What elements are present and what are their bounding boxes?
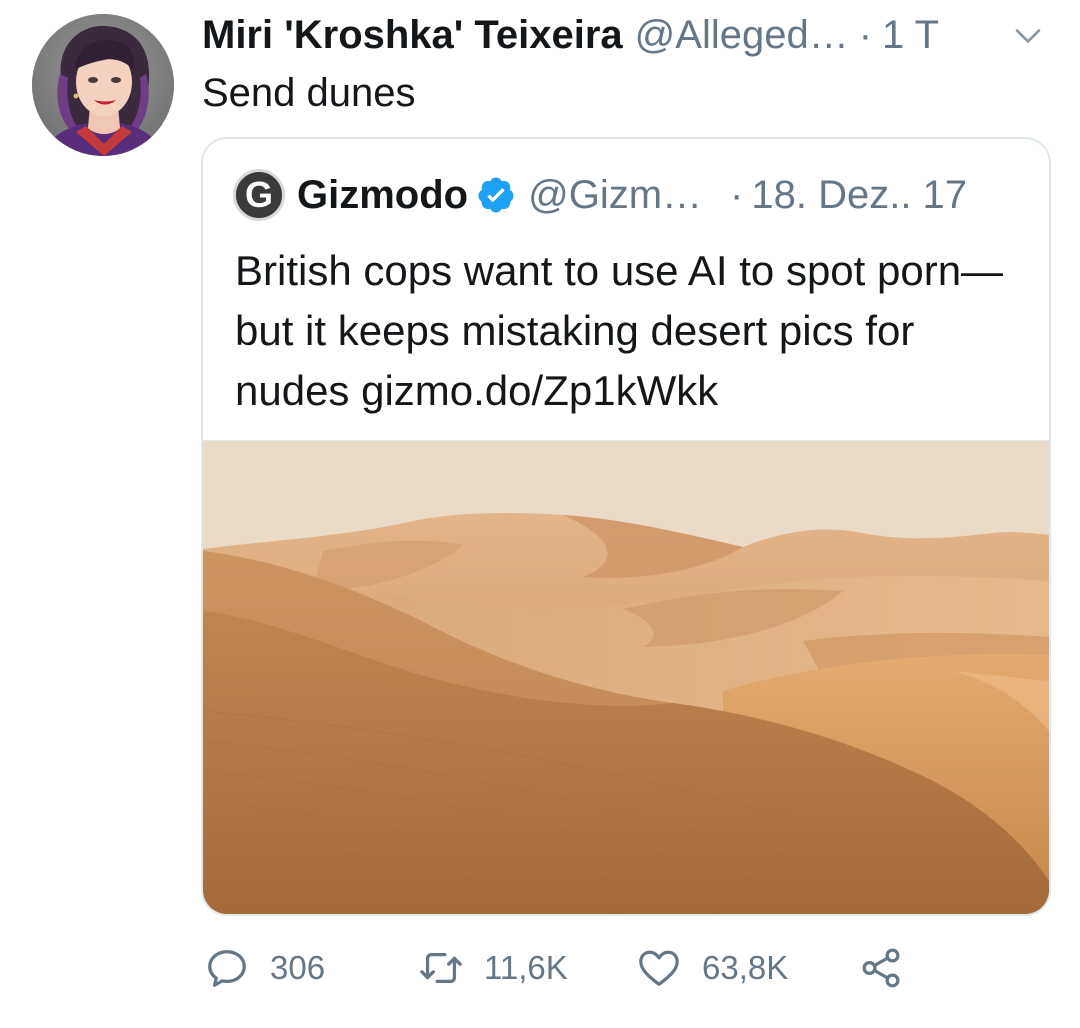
share-button[interactable] [858,944,904,992]
user-avatar[interactable] [32,14,174,156]
heart-icon [639,950,679,986]
quoted-tweet-header: G Gizmodo @Gizm… · 18. Dez.. 17 [233,167,1033,223]
retweet-button[interactable]: 11,6K [418,944,568,992]
quoted-tweet-date: 18. Dez.. 17 [751,172,968,217]
separator-dot: · [730,172,744,217]
author-handle[interactable]: @Alleged… [635,10,849,60]
retweet-icon [420,952,462,984]
verified-badge-icon [478,177,514,213]
author-display-name[interactable]: Miri 'Kroshka' Teixeira [202,10,623,60]
tweet-timestamp[interactable]: 1 T [882,10,939,60]
tweet-text: Send dunes [202,71,416,115]
reply-button[interactable]: 306 [204,944,325,992]
profile-photo [32,14,174,156]
quoted-tweet-card[interactable]: G Gizmodo @Gizm… · 18. Dez.. 17 British … [201,137,1051,916]
quoted-tweet-text: British cops want to use AI to spot porn… [235,247,1004,414]
quoted-author-avatar: G [233,169,285,221]
like-button[interactable]: 63,8K [636,944,788,992]
quoted-author-handle: @Gizm… [528,172,703,217]
desert-dunes-photo [203,441,1049,914]
chevron-down-icon[interactable] [1008,16,1048,56]
tweet-actions: 306 11,6K 63,8K [204,944,924,992]
quoted-author-display-name: Gizmodo [297,172,469,217]
like-count: 63,8K [702,949,789,986]
reply-count: 306 [270,949,326,986]
separator-dot: · [858,13,873,57]
quoted-tweet-image[interactable] [203,440,1049,914]
retweet-count: 11,6K [484,949,568,986]
tweet-header: Miri 'Kroshka' Teixeira @Alleged… · 1 T [202,10,1062,60]
reply-icon [208,950,246,987]
share-icon [862,948,900,988]
